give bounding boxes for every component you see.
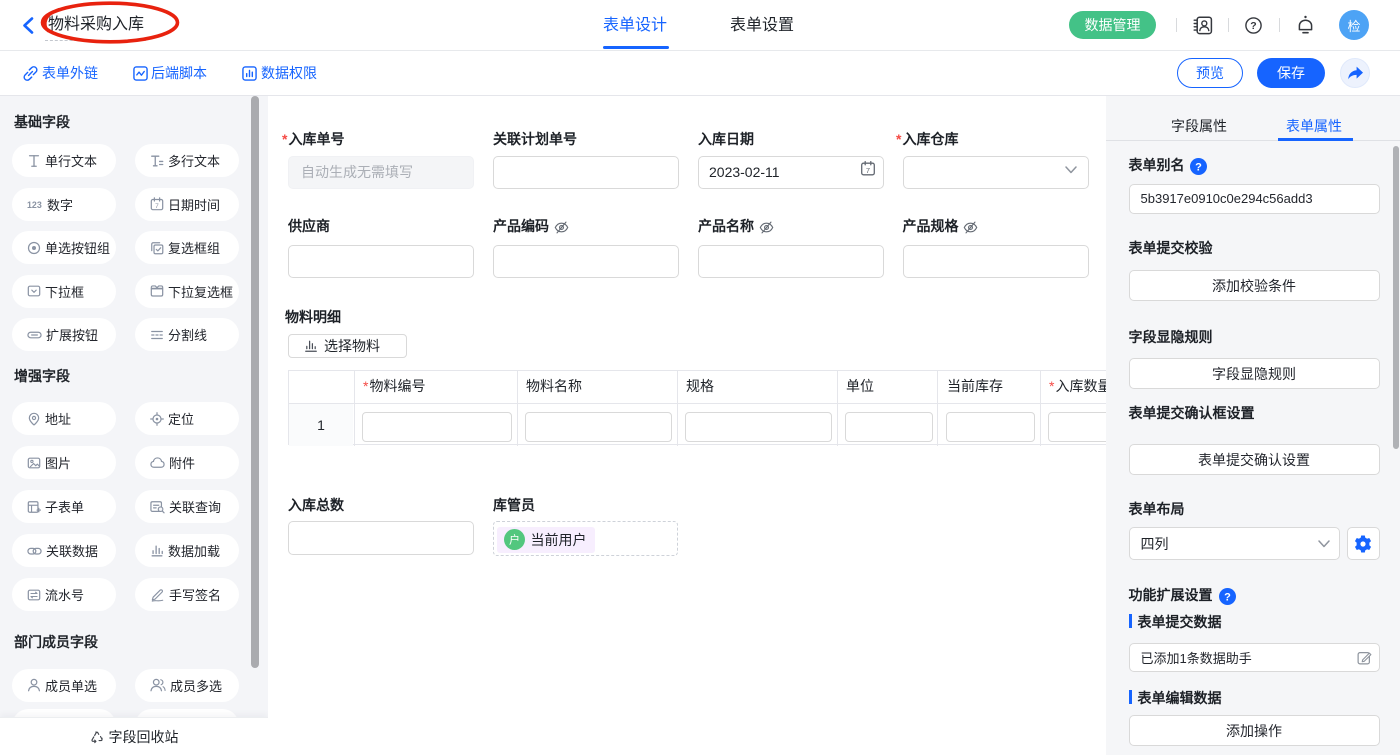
svg-text:?: ? bbox=[1250, 20, 1256, 32]
svg-text:户: 户 bbox=[509, 533, 520, 547]
svg-text:7: 7 bbox=[155, 203, 159, 210]
svg-text:?: ? bbox=[1195, 161, 1202, 173]
svg-text:?: ? bbox=[1224, 591, 1231, 603]
svg-text:123: 123 bbox=[27, 200, 42, 210]
svg-text:7: 7 bbox=[866, 166, 870, 175]
